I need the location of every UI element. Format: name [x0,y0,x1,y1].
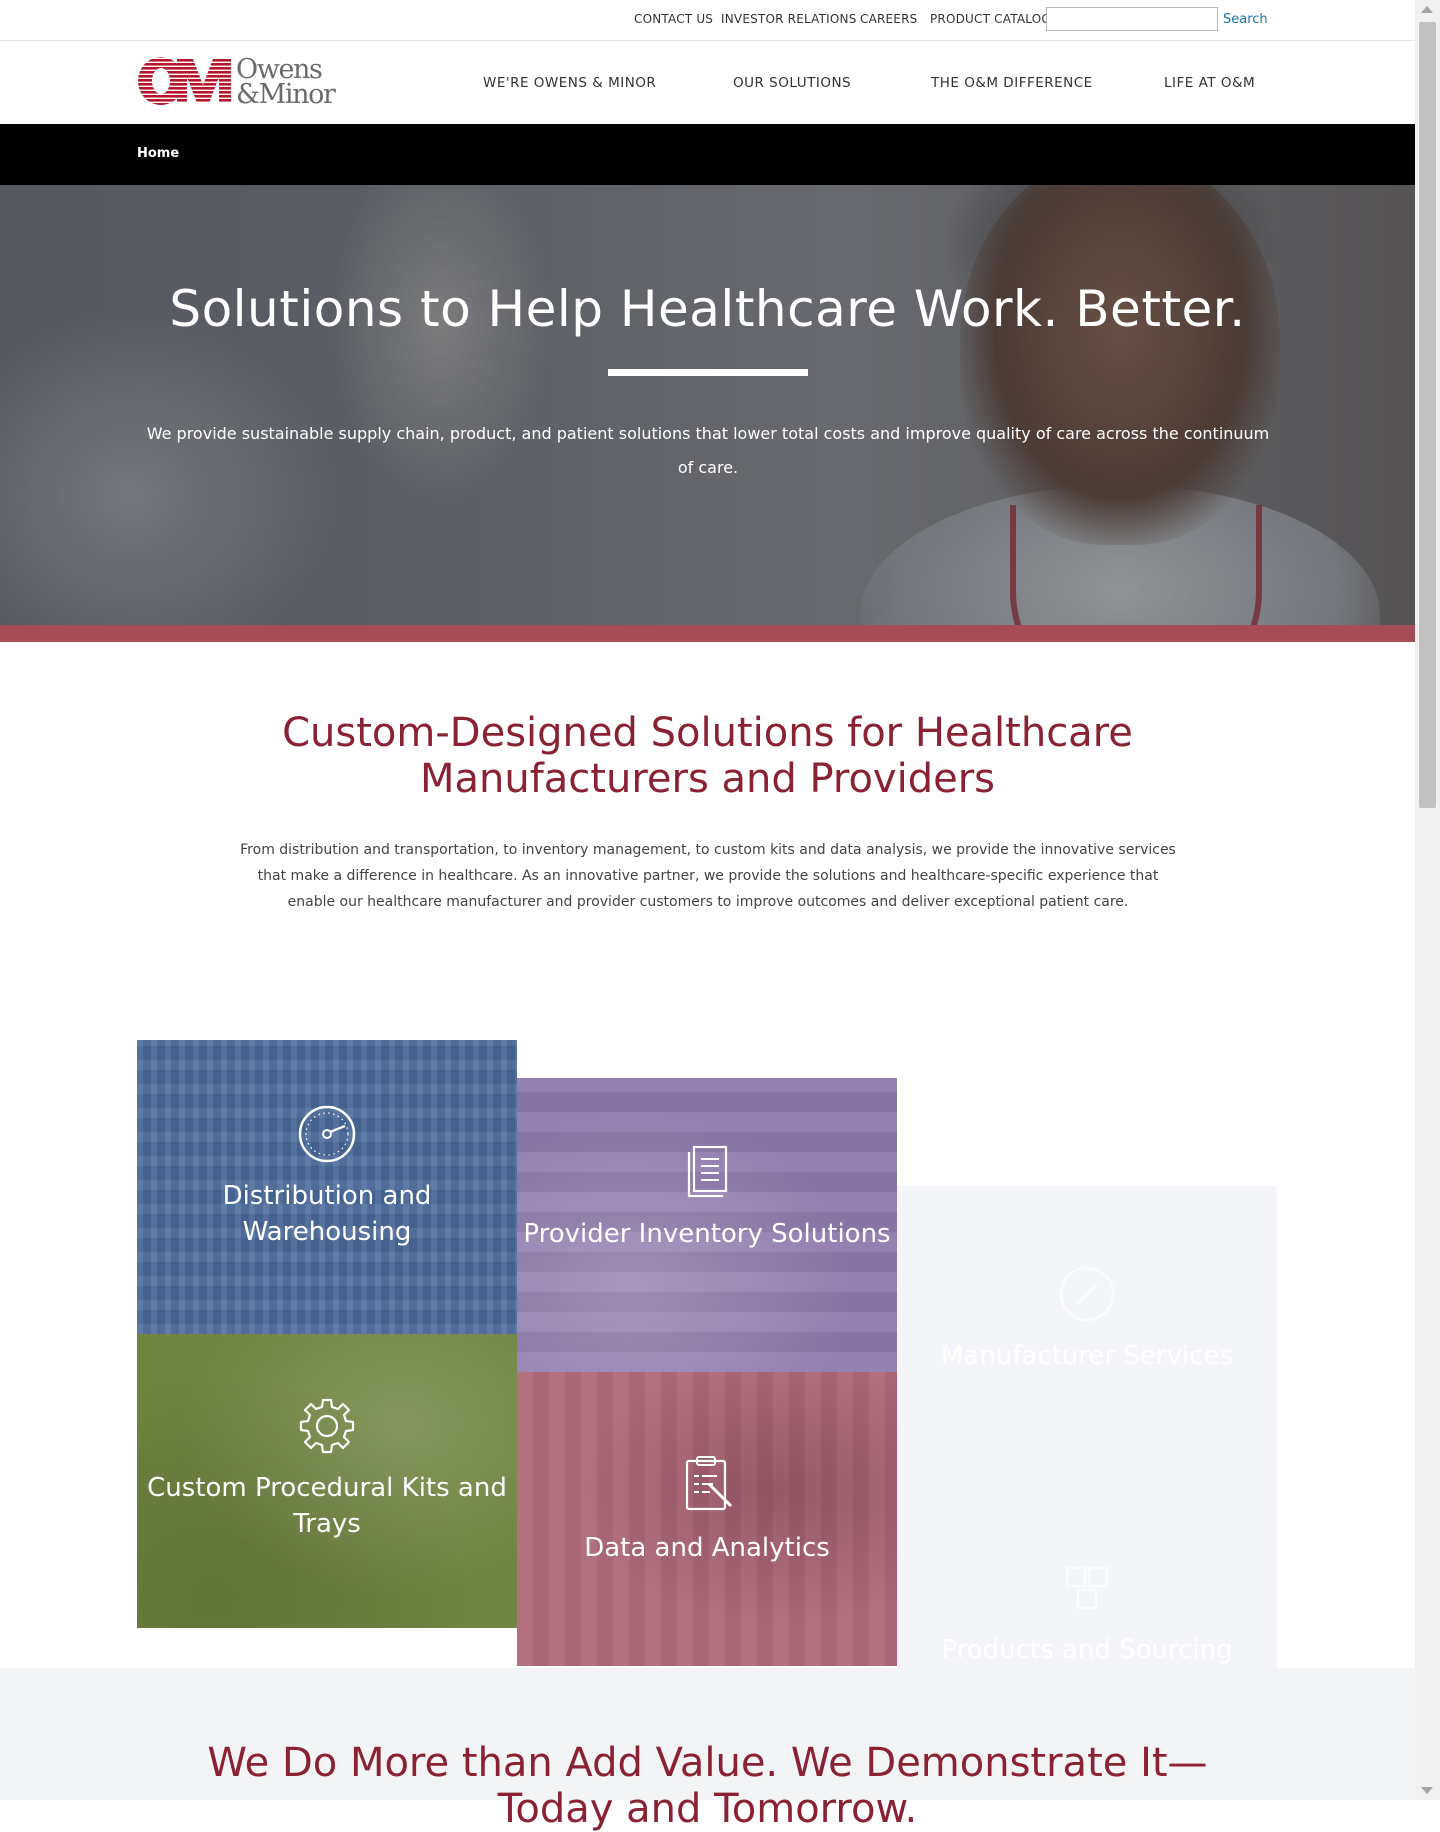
gear-icon [299,1398,355,1454]
hero-title: Solutions to Help Healthcare Work. Bette… [169,280,1246,338]
scroll-up-icon[interactable] [1421,6,1433,13]
careers-link[interactable]: CAREERS [860,12,917,26]
tile-label: Distribution and Warehousing [222,1181,432,1247]
document-icon [687,1145,728,1198]
hero-divider [608,369,808,376]
logo-word-minor: &Minor [236,79,336,110]
value-heading: We Do More than Add Value. We Demonstrat… [207,1740,1208,1832]
nav-om-difference[interactable]: THE O&M DIFFERENCE [931,75,1093,91]
pencil-circle-icon [1059,1266,1115,1322]
tile-custom-procedural-kits[interactable]: Custom Procedural Kits and Trays [137,1334,517,1628]
tile-provider-inventory[interactable]: Provider Inventory Solutions [517,1078,897,1372]
nav-life-at-om[interactable]: LIFE AT O&M [1164,75,1255,91]
boxes-icon [1065,1566,1109,1610]
clipboard-icon [685,1456,733,1511]
om-logo-mark-icon [138,57,231,105]
scrollbar-thumb[interactable] [1419,22,1436,808]
hero-banner: Solutions to Help Healthcare Work. Bette… [0,185,1415,625]
tile-label: Manufacturer Services [940,1341,1234,1371]
nav-were-owens-minor[interactable]: WE'RE OWENS & MINOR [483,75,656,91]
tile-label: Provider Inventory Solutions [523,1219,891,1249]
tile-label: Products and Sourcing [941,1635,1233,1665]
gauge-icon [298,1105,356,1163]
tile-label: Data and Analytics [584,1533,830,1563]
search-input[interactable] [1046,7,1218,31]
tile-data-analytics[interactable]: Data and Analytics [517,1372,897,1666]
hero-accent-strip [0,625,1415,642]
search-button[interactable]: Search [1223,12,1268,27]
tile-manufacturer-services[interactable]: Manufacturer Services [897,1186,1277,1480]
tile-distribution-warehousing[interactable]: Distribution and Warehousing [137,1040,517,1334]
intro-heading: Custom-Designed Solutions for Healthcare… [282,710,1133,802]
owens-minor-logo[interactable]: Owens &Minor [137,55,337,111]
intro-text: From distribution and transportation, to… [240,842,1176,910]
site-header: Owens &Minor WE'RE OWENS & MINOR OUR SOL… [0,41,1415,124]
logo-wordmark: Owens &Minor [236,56,336,110]
breadcrumb: Home [0,124,1415,185]
breadcrumb-home[interactable]: Home [137,146,179,161]
utility-bar: CONTACT US INVESTOR RELATIONS CAREERS PR… [0,0,1415,41]
nav-our-solutions[interactable]: OUR SOLUTIONS [733,75,851,91]
contact-us-link[interactable]: CONTACT US [634,12,713,26]
scroll-down-icon[interactable] [1421,1787,1433,1794]
hero-text: We provide sustainable supply chain, pro… [146,424,1270,477]
product-catalog-link[interactable]: PRODUCT CATALOG [930,12,1051,26]
tile-label: Custom Procedural Kits and Trays [147,1473,507,1539]
page-scrollbar[interactable] [1415,0,1440,1800]
investor-relations-link[interactable]: INVESTOR RELATIONS [721,12,857,26]
value-section: We Do More than Add Value. We Demonstrat… [0,1668,1415,1832]
hero-overlay [0,185,1415,625]
